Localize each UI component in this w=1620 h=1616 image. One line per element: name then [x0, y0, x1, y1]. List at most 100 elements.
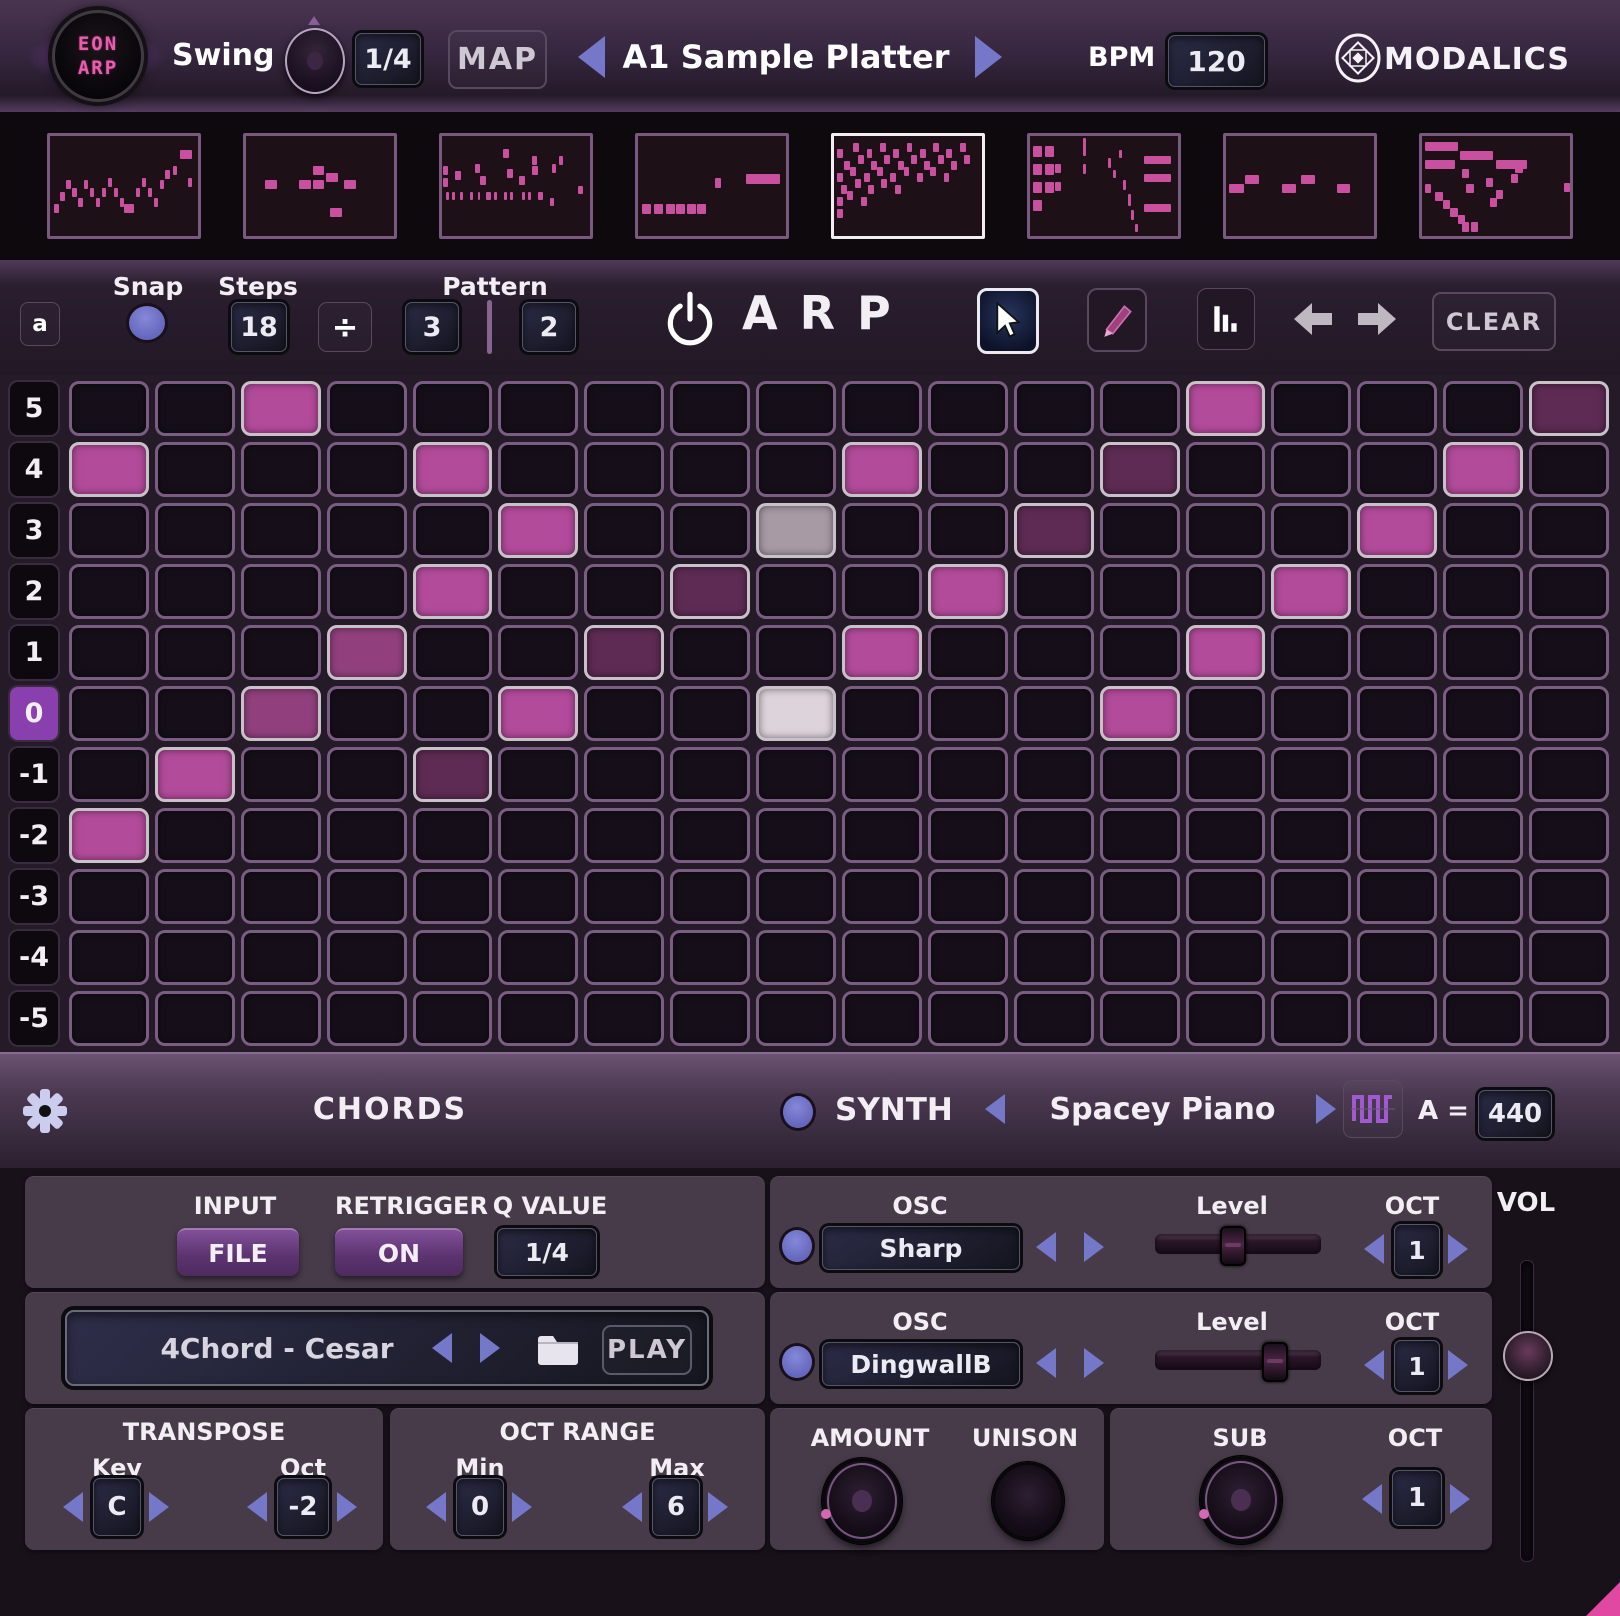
grid-cell-r2-c10[interactable] — [842, 564, 922, 619]
grid-cell-r0-c11[interactable] — [928, 686, 1008, 741]
grid-cell-r2-c5[interactable] — [413, 564, 493, 619]
grid-cell-r2-c4[interactable] — [327, 564, 407, 619]
osc2-oct-box[interactable]: 1 — [1394, 1340, 1440, 1392]
grid-row-label-4[interactable]: 4 — [10, 443, 58, 496]
shift-left-icon[interactable] — [1292, 300, 1332, 338]
min-next-icon[interactable] — [512, 1492, 532, 1522]
grid-cell-r4-c4[interactable] — [327, 442, 407, 497]
grid-cell-r0-c16[interactable] — [1357, 686, 1437, 741]
grid-cell-r5-c9[interactable] — [756, 381, 836, 436]
grid-cell-r5-c14[interactable] — [1186, 381, 1266, 436]
tuning-value-box[interactable]: 440 — [1478, 1090, 1552, 1138]
grid-cell-r-2-c7[interactable] — [584, 808, 664, 863]
grid-cell-r-1-c10[interactable] — [842, 747, 922, 802]
grid-cell-r3-c15[interactable] — [1271, 503, 1351, 558]
grid-cell-r-3-c8[interactable] — [670, 869, 750, 924]
grid-cell-r4-c5[interactable] — [413, 442, 493, 497]
gear-icon[interactable] — [22, 1088, 68, 1134]
grid-cell-r-2-c9[interactable] — [756, 808, 836, 863]
sub-oct-box[interactable]: 1 — [1392, 1470, 1442, 1526]
grid-cell-r-4-c16[interactable] — [1357, 930, 1437, 985]
grid-cell-r0-c15[interactable] — [1271, 686, 1351, 741]
grid-cell-r-3-c12[interactable] — [1014, 869, 1094, 924]
osc2-oct-prev-icon[interactable] — [1364, 1350, 1384, 1380]
grid-cell-r0-c17[interactable] — [1443, 686, 1523, 741]
grid-cell-r3-c7[interactable] — [584, 503, 664, 558]
grid-cell-r4-c18[interactable] — [1529, 442, 1609, 497]
grid-cell-r-1-c15[interactable] — [1271, 747, 1351, 802]
pattern-thumbnail-4[interactable] — [635, 133, 789, 239]
grid-cell-r-2-c15[interactable] — [1271, 808, 1351, 863]
steps-value-box[interactable]: 18 — [231, 302, 287, 352]
sub-oct-next-icon[interactable] — [1450, 1484, 1470, 1514]
oct-value-box[interactable]: -2 — [277, 1478, 329, 1536]
grid-cell-r-4-c4[interactable] — [327, 930, 407, 985]
grid-cell-r4-c7[interactable] — [584, 442, 664, 497]
grid-cell-r-1-c9[interactable] — [756, 747, 836, 802]
osc1-value-box[interactable]: Sharp — [822, 1226, 1020, 1270]
pattern-value-1-box[interactable]: 3 — [405, 302, 459, 352]
grid-row-label--2[interactable]: -2 — [10, 809, 58, 862]
power-icon[interactable] — [663, 288, 717, 348]
grid-cell-r5-c3[interactable] — [241, 381, 321, 436]
grid-cell-r-4-c1[interactable] — [69, 930, 149, 985]
grid-cell-r-4-c15[interactable] — [1271, 930, 1351, 985]
grid-cell-r3-c1[interactable] — [69, 503, 149, 558]
grid-cell-r2-c11[interactable] — [928, 564, 1008, 619]
grid-cell-r0-c9[interactable] — [756, 686, 836, 741]
grid-cell-r3-c17[interactable] — [1443, 503, 1523, 558]
grid-cell-r-5-c10[interactable] — [842, 991, 922, 1046]
grid-cell-r2-c2[interactable] — [155, 564, 235, 619]
grid-cell-r0-c14[interactable] — [1186, 686, 1266, 741]
grid-cell-r3-c16[interactable] — [1357, 503, 1437, 558]
grid-cell-r4-c12[interactable] — [1014, 442, 1094, 497]
vol-slider-track[interactable] — [1520, 1260, 1534, 1562]
grid-cell-r-4-c18[interactable] — [1529, 930, 1609, 985]
osc2-prev-icon[interactable] — [1036, 1348, 1056, 1378]
grid-cell-r0-c7[interactable] — [584, 686, 664, 741]
quantize-button[interactable]: a — [20, 302, 60, 346]
grid-cell-r5-c16[interactable] — [1357, 381, 1437, 436]
grid-cell-r4-c3[interactable] — [241, 442, 321, 497]
pattern-thumbnail-5[interactable] — [831, 133, 985, 239]
divide-button[interactable]: ÷ — [318, 302, 372, 352]
grid-cell-r-4-c10[interactable] — [842, 930, 922, 985]
vol-slider-knob[interactable] — [1503, 1331, 1553, 1381]
grid-cell-r-1-c5[interactable] — [413, 747, 493, 802]
min-prev-icon[interactable] — [426, 1492, 446, 1522]
grid-cell-r-1-c7[interactable] — [584, 747, 664, 802]
grid-cell-r5-c5[interactable] — [413, 381, 493, 436]
preset-next-icon[interactable] — [975, 36, 1002, 78]
grid-cell-r3-c2[interactable] — [155, 503, 235, 558]
snap-toggle[interactable] — [129, 306, 165, 340]
grid-cell-r2-c12[interactable] — [1014, 564, 1094, 619]
grid-cell-r2-c6[interactable] — [498, 564, 578, 619]
grid-cell-r1-c15[interactable] — [1271, 625, 1351, 680]
grid-cell-r-2-c4[interactable] — [327, 808, 407, 863]
grid-cell-r2-c18[interactable] — [1529, 564, 1609, 619]
grid-cell-r5-c4[interactable] — [327, 381, 407, 436]
grid-cell-r-5-c1[interactable] — [69, 991, 149, 1046]
osc1-next-icon[interactable] — [1084, 1232, 1104, 1262]
grid-cell-r5-c1[interactable] — [69, 381, 149, 436]
grid-cell-r4-c13[interactable] — [1100, 442, 1180, 497]
pattern-thumbnail-7[interactable] — [1223, 133, 1377, 239]
grid-cell-r4-c2[interactable] — [155, 442, 235, 497]
osc1-oct-next-icon[interactable] — [1448, 1234, 1468, 1264]
grid-cell-r1-c4[interactable] — [327, 625, 407, 680]
qvalue-box[interactable]: 1/4 — [497, 1228, 597, 1276]
synth-toggle[interactable] — [783, 1096, 813, 1128]
grid-cell-r1-c1[interactable] — [69, 625, 149, 680]
grid-cell-r1-c9[interactable] — [756, 625, 836, 680]
grid-cell-r5-c10[interactable] — [842, 381, 922, 436]
grid-cell-r-4-c5[interactable] — [413, 930, 493, 985]
grid-cell-r-5-c9[interactable] — [756, 991, 836, 1046]
preset-prev-icon[interactable] — [578, 36, 605, 78]
grid-cell-r-4-c8[interactable] — [670, 930, 750, 985]
grid-cell-r-5-c15[interactable] — [1271, 991, 1351, 1046]
grid-cell-r4-c17[interactable] — [1443, 442, 1523, 497]
grid-cell-r2-c17[interactable] — [1443, 564, 1523, 619]
grid-cell-r-2-c13[interactable] — [1100, 808, 1180, 863]
grid-cell-r-3-c11[interactable] — [928, 869, 1008, 924]
grid-cell-r3-c12[interactable] — [1014, 503, 1094, 558]
